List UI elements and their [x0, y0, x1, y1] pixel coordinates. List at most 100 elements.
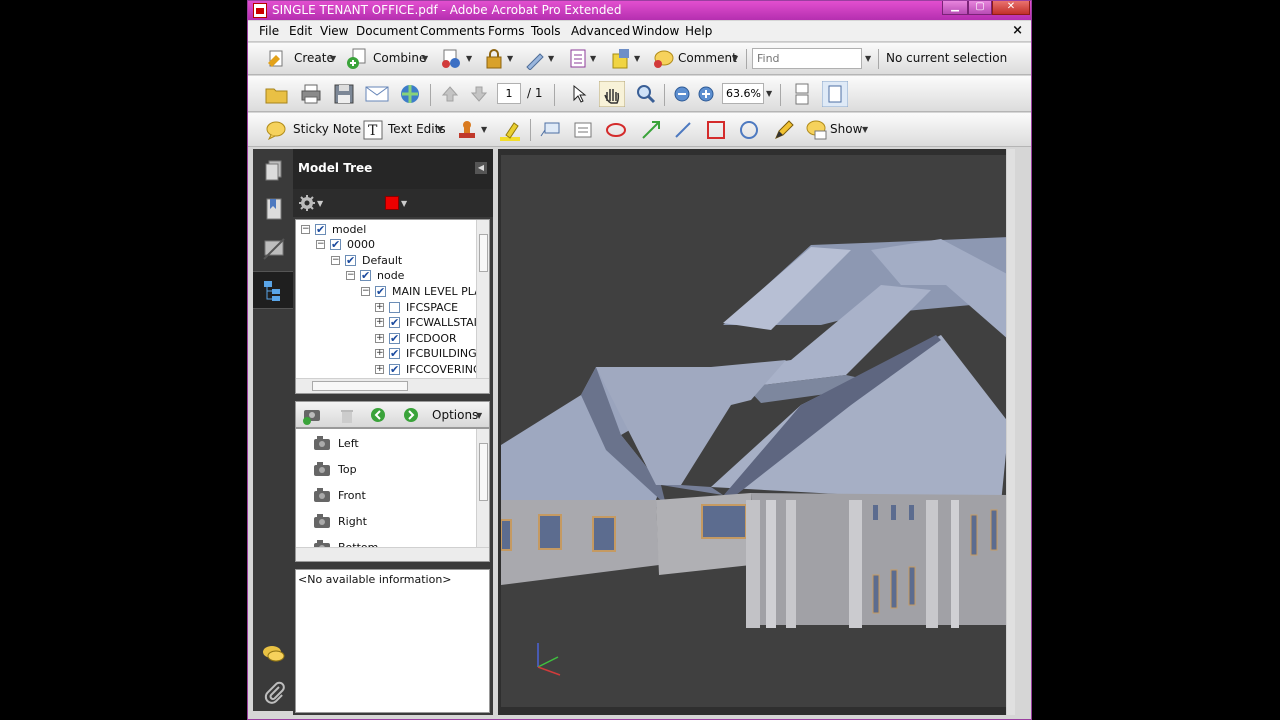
visibility-checkbox[interactable]	[330, 237, 341, 252]
menu-tools[interactable]: Tools	[531, 24, 561, 38]
stamp-icon[interactable]	[456, 119, 478, 141]
show-dropdown-icon[interactable]: ▼	[862, 125, 868, 134]
pages-panel-icon[interactable]	[263, 159, 285, 183]
create-button[interactable]: Create	[294, 51, 334, 65]
highlight-text-icon[interactable]	[498, 119, 522, 141]
view-item-right[interactable]: Right	[314, 514, 474, 534]
stamp-dropdown-icon[interactable]: ▼	[481, 125, 487, 134]
multimedia-icon[interactable]	[610, 48, 632, 70]
visibility-checkbox[interactable]	[360, 268, 371, 283]
show-comments-icon[interactable]	[805, 119, 827, 141]
text-box-icon[interactable]	[573, 120, 593, 140]
scrollbar-thumb[interactable]	[312, 381, 408, 391]
minimize-button[interactable]: ▁	[942, 1, 968, 15]
text-edits-dropdown-icon[interactable]: ▼	[437, 125, 443, 134]
maximize-button[interactable]: ▢	[968, 1, 992, 15]
create-icon[interactable]	[266, 49, 288, 69]
views-options-button[interactable]: Options	[432, 408, 478, 422]
forms-icon[interactable]	[568, 48, 588, 70]
previous-page-icon[interactable]	[441, 85, 459, 103]
comment-icon[interactable]	[652, 48, 674, 70]
color-dropdown-icon[interactable]: ▼	[401, 199, 407, 208]
sticky-note-button[interactable]: Sticky Note	[293, 122, 361, 136]
visibility-checkbox[interactable]	[389, 315, 400, 330]
view-item-left[interactable]: Left	[314, 436, 474, 456]
visibility-checkbox[interactable]	[389, 331, 400, 346]
callout-icon[interactable]	[539, 120, 561, 140]
save-icon[interactable]	[333, 83, 355, 105]
visibility-checkbox[interactable]	[345, 253, 356, 268]
collapse-panel-icon[interactable]: ◀	[475, 162, 487, 174]
arrow-tool-icon[interactable]	[640, 119, 662, 141]
menu-document[interactable]: Document	[356, 24, 418, 38]
print-icon[interactable]	[300, 83, 322, 105]
scrollbar-thumb[interactable]	[479, 443, 488, 501]
share-icon[interactable]	[440, 48, 464, 70]
next-view-icon[interactable]	[403, 407, 419, 423]
scrollbar-thumb[interactable]	[479, 234, 488, 272]
attachments-panel-icon[interactable]	[263, 681, 285, 705]
show-button[interactable]: Show	[830, 122, 862, 136]
page-number-input[interactable]	[497, 83, 521, 104]
delete-view-icon[interactable]	[338, 407, 356, 425]
fit-page-icon[interactable]	[822, 81, 848, 107]
expand-icon[interactable]: +	[375, 318, 384, 327]
view-item-top[interactable]: Top	[314, 462, 474, 482]
menu-view[interactable]: View	[320, 24, 348, 38]
close-window-button[interactable]: ✕	[992, 1, 1030, 15]
multimedia-dropdown-icon[interactable]: ▼	[634, 54, 640, 63]
expand-icon[interactable]: +	[375, 303, 384, 312]
combine-dropdown-icon[interactable]: ▼	[422, 54, 428, 63]
expand-icon[interactable]: +	[375, 365, 384, 374]
previous-view-icon[interactable]	[370, 407, 386, 423]
collapse-icon[interactable]: −	[361, 287, 370, 296]
zoom-dropdown-icon[interactable]: ▼	[766, 89, 772, 98]
menu-forms[interactable]: Forms	[488, 24, 524, 38]
menu-file[interactable]: File	[259, 24, 279, 38]
background-color-swatch[interactable]	[385, 196, 399, 210]
scrolling-mode-icon[interactable]	[792, 83, 812, 105]
next-page-icon[interactable]	[470, 85, 488, 103]
menu-edit[interactable]: Edit	[289, 24, 312, 38]
open-folder-icon[interactable]	[265, 84, 289, 104]
cloud-icon[interactable]	[605, 120, 627, 140]
3d-model-viewport[interactable]	[501, 155, 1011, 707]
share-dropdown-icon[interactable]: ▼	[466, 54, 472, 63]
zoom-in-icon[interactable]	[697, 85, 715, 103]
rectangle-tool-icon[interactable]	[705, 119, 727, 141]
close-document-icon[interactable]: ×	[1012, 23, 1023, 38]
view-item-front[interactable]: Front	[314, 488, 474, 508]
marquee-zoom-icon[interactable]	[635, 83, 657, 105]
menu-help[interactable]: Help	[685, 24, 712, 38]
collapse-icon[interactable]: −	[301, 225, 310, 234]
zoom-out-icon[interactable]	[673, 85, 691, 103]
tree-horizontal-scrollbar[interactable]	[296, 378, 489, 393]
visibility-checkbox[interactable]	[315, 222, 326, 237]
create-view-icon[interactable]	[302, 406, 324, 426]
options-dropdown-icon[interactable]: ▼	[317, 199, 323, 208]
oval-tool-icon[interactable]	[738, 119, 760, 141]
comment-button[interactable]: Comment	[678, 51, 737, 65]
model-tree-tab[interactable]	[253, 271, 293, 309]
expand-icon[interactable]: +	[375, 349, 384, 358]
collapse-icon[interactable]: −	[331, 256, 340, 265]
find-dropdown-icon[interactable]: ▼	[865, 54, 871, 63]
menu-window[interactable]: Window	[632, 24, 679, 38]
views-vertical-scrollbar[interactable]	[476, 429, 489, 547]
collapse-icon[interactable]: −	[316, 240, 325, 249]
combine-icon[interactable]	[346, 48, 368, 70]
bookmarks-panel-icon[interactable]	[263, 197, 285, 223]
visibility-checkbox[interactable]	[375, 284, 386, 299]
comments-panel-icon[interactable]	[262, 643, 286, 665]
line-tool-icon[interactable]	[672, 119, 694, 141]
combine-button[interactable]: Combine	[373, 51, 426, 65]
sticky-note-icon[interactable]	[266, 120, 286, 140]
menu-advanced[interactable]: Advanced	[571, 24, 630, 38]
views-horizontal-scrollbar[interactable]	[296, 547, 489, 561]
pencil-tool-icon[interactable]	[772, 118, 796, 142]
menu-comments[interactable]: Comments	[420, 24, 485, 38]
find-input[interactable]	[752, 48, 862, 69]
secure-dropdown-icon[interactable]: ▼	[507, 54, 513, 63]
comment-dropdown-icon[interactable]: ▼	[732, 54, 738, 63]
forms-dropdown-icon[interactable]: ▼	[590, 54, 596, 63]
